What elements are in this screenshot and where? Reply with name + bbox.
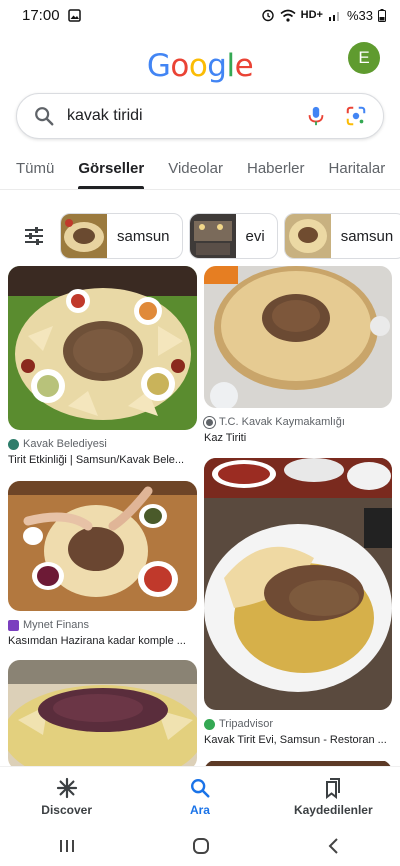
tab-videos[interactable]: Videolar bbox=[168, 150, 223, 189]
image-result[interactable]: T.C. Kavak Kaymakamlığı Kaz Tiriti bbox=[204, 266, 392, 444]
search-box[interactable]: kavak tiridi bbox=[16, 93, 384, 139]
bottom-navigation: Discover Ara Kaydedilenler bbox=[0, 766, 400, 826]
result-image bbox=[8, 266, 197, 430]
tab-images[interactable]: Görseller bbox=[78, 150, 144, 189]
refinement-chips: samsun evi samsun bbox=[0, 212, 400, 260]
bookmarks-icon bbox=[326, 777, 341, 799]
nav-search-label: Ara bbox=[189, 802, 210, 817]
recent-apps-icon[interactable] bbox=[57, 837, 77, 855]
logo-letter: l bbox=[226, 48, 235, 84]
google-logo: Google bbox=[0, 48, 400, 84]
image-result[interactable] bbox=[8, 660, 197, 770]
search-input[interactable]: kavak tiridi bbox=[67, 107, 305, 125]
alarm-icon bbox=[261, 9, 274, 22]
gallery-icon bbox=[67, 8, 81, 22]
sliders-icon bbox=[25, 227, 43, 245]
result-source: T.C. Kavak Kaymakamlığı bbox=[204, 416, 392, 428]
account-avatar[interactable]: E bbox=[348, 42, 380, 74]
tab-maps[interactable]: Haritalar bbox=[329, 150, 386, 189]
result-image bbox=[204, 458, 392, 710]
image-result[interactable]: Kavak Belediyesi Tirit Etkinliği | Samsu… bbox=[8, 266, 197, 466]
mic-icon[interactable] bbox=[305, 105, 327, 127]
avatar-letter: E bbox=[358, 48, 370, 67]
source-favicon-icon bbox=[8, 438, 19, 450]
search-tabs: Tümü Görseller Videolar Haberler Harital… bbox=[0, 150, 400, 190]
image-result[interactable]: Tripadvisor Kavak Tirit Evi, Samsun - Re… bbox=[204, 458, 392, 746]
search-icon bbox=[35, 107, 54, 126]
source-name: T.C. Kavak Kaymakamlığı bbox=[219, 416, 345, 428]
home-icon[interactable] bbox=[191, 836, 211, 856]
chip-samsun[interactable]: samsun bbox=[60, 213, 183, 259]
back-icon[interactable] bbox=[325, 837, 343, 855]
signal-icon bbox=[328, 12, 339, 21]
wifi-icon bbox=[280, 9, 296, 22]
logo-letter: g bbox=[207, 48, 227, 84]
chip-label: evi bbox=[245, 227, 265, 245]
logo-letter: G bbox=[146, 48, 171, 84]
chip-thumbnail bbox=[61, 214, 107, 258]
result-image bbox=[8, 660, 197, 770]
search-icon bbox=[191, 778, 210, 798]
source-name: Mynet Finans bbox=[23, 619, 90, 631]
result-image bbox=[8, 481, 197, 611]
result-title[interactable]: Kaz Tiriti bbox=[204, 432, 392, 444]
nav-saved-label: Kaydedilenler bbox=[293, 802, 373, 817]
result-source: Tripadvisor bbox=[204, 718, 392, 730]
status-time: 17:00 bbox=[22, 6, 60, 24]
chip-thumbnail bbox=[189, 214, 236, 258]
source-name: Kavak Belediyesi bbox=[23, 438, 107, 450]
result-source: Kavak Belediyesi bbox=[8, 438, 197, 450]
source-favicon-icon bbox=[204, 718, 215, 730]
result-source: Mynet Finans bbox=[8, 619, 197, 631]
filter-button[interactable] bbox=[14, 216, 54, 256]
nav-discover[interactable]: Discover bbox=[7, 777, 127, 817]
logo-letter: e bbox=[234, 48, 254, 84]
chip-samsun-2[interactable]: samsun bbox=[283, 213, 400, 259]
hd-icon: HD+ bbox=[300, 9, 323, 21]
logo-letter: o bbox=[170, 48, 189, 84]
logo-letter: o bbox=[188, 48, 208, 84]
status-bar: 17:00 HD+ %33 bbox=[0, 0, 400, 30]
chip-thumbnail bbox=[284, 214, 331, 258]
nav-saved[interactable]: Kaydedilenler bbox=[273, 777, 393, 817]
chip-label: samsun bbox=[340, 227, 394, 245]
battery-level: %33 bbox=[346, 7, 373, 23]
nav-discover-label: Discover bbox=[41, 802, 92, 817]
tab-news[interactable]: Haberler bbox=[247, 150, 305, 189]
nav-search[interactable]: Ara bbox=[140, 777, 260, 817]
result-title[interactable]: Kavak Tirit Evi, Samsun - Restoran ... bbox=[204, 734, 392, 746]
source-favicon-icon bbox=[204, 416, 215, 428]
google-lens-icon[interactable] bbox=[345, 105, 367, 127]
chip-label: samsun bbox=[117, 227, 170, 245]
result-title[interactable]: Tirit Etkinliği | Samsun/Kavak Bele... bbox=[8, 454, 197, 466]
image-result[interactable]: Mynet Finans Kasımdan Hazirana kadar kom… bbox=[8, 481, 197, 647]
battery-icon bbox=[378, 8, 386, 22]
discover-asterisk-icon bbox=[56, 777, 77, 798]
tab-all[interactable]: Tümü bbox=[16, 150, 54, 189]
source-favicon-icon bbox=[8, 619, 19, 631]
result-title[interactable]: Kasımdan Hazirana kadar komple ... bbox=[8, 635, 197, 647]
chip-evi[interactable]: evi bbox=[188, 213, 278, 259]
system-navigation-bar bbox=[0, 826, 400, 866]
source-name: Tripadvisor bbox=[219, 718, 273, 730]
result-image bbox=[204, 266, 392, 408]
